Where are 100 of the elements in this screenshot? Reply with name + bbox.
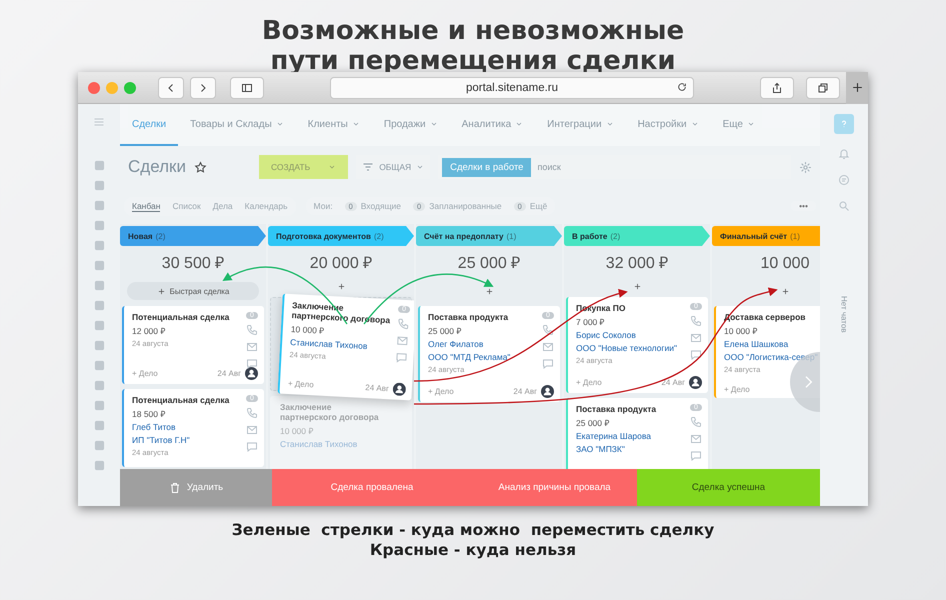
view-tab[interactable]: Канбан <box>132 200 160 212</box>
due-date: 24 Авг <box>513 387 537 396</box>
counter-link[interactable]: Входящие <box>360 201 402 211</box>
counter-link[interactable]: Запланированные <box>429 201 502 211</box>
deal-amount: 10 000 ₽ <box>280 425 314 436</box>
contact-link[interactable]: Екатерина Шарова <box>576 431 652 441</box>
drop-zone[interactable]: Сделка провалена <box>272 469 472 506</box>
nav-tab[interactable]: Настройки <box>626 104 711 146</box>
stage-total: 10 000 <box>760 254 810 274</box>
app-icon[interactable] <box>94 340 104 351</box>
counters-label: Мои: <box>314 201 333 211</box>
page-title: Сделки <box>128 157 186 177</box>
deal-amount: 7 000 ₽ <box>576 316 605 327</box>
add-activity-link[interactable]: + Дело <box>132 369 158 378</box>
close-button[interactable] <box>88 82 100 94</box>
nav-tab[interactable]: Интеграции <box>535 104 626 146</box>
nav-tab[interactable]: Продажи <box>372 104 450 146</box>
view-tab[interactable]: Список <box>172 200 201 212</box>
stage-header[interactable]: Финальный счёт (1) <box>712 226 820 246</box>
app-icon[interactable] <box>94 420 104 431</box>
contact-link[interactable]: Глеб Титов <box>132 422 176 432</box>
star-icon <box>194 160 207 174</box>
tabs-button[interactable] <box>806 76 840 98</box>
back-button[interactable] <box>158 76 184 98</box>
add-activity-link[interactable]: + Дело <box>288 378 314 390</box>
company-link[interactable]: ООО "Новые технологии" <box>576 343 678 353</box>
deal-card[interactable]: Заключение партнерского договора 10 000 ₽ Станислав Тихонов <box>270 396 412 469</box>
chat-icon <box>690 349 702 361</box>
share-button[interactable] <box>760 76 794 98</box>
create-button[interactable]: СОЗДАТЬ <box>258 155 348 179</box>
nav-tab[interactable]: Еще <box>710 104 767 146</box>
avatar-icon[interactable] <box>392 382 406 396</box>
due-date: 24 Авг <box>365 383 390 394</box>
filter-tag[interactable]: Сделки в работе <box>442 158 532 176</box>
avatar-icon[interactable] <box>689 376 702 389</box>
nav-tab[interactable]: Товары и Склады <box>178 104 296 146</box>
drop-zone[interactable]: Сделка успешна <box>637 469 820 506</box>
app-icon[interactable] <box>94 260 104 271</box>
plus-icon <box>156 286 166 296</box>
forward-button[interactable] <box>190 76 216 98</box>
deal-title: Поставка продукта <box>576 404 656 414</box>
add-activity-link[interactable]: + Дело <box>428 387 454 396</box>
company-link[interactable]: ИП "Титов Г.Н" <box>132 435 190 445</box>
deal-title: Заключение партнерского договора <box>291 300 392 326</box>
add-deal-button[interactable]: Быстрая сделка <box>127 282 259 300</box>
app-icon[interactable] <box>94 300 104 311</box>
drop-zone[interactable]: Удалить <box>120 469 272 506</box>
contact-link[interactable]: Станислав Тихонов <box>280 439 358 449</box>
phone-icon <box>246 407 258 419</box>
sidebar-icon <box>241 82 253 94</box>
add-activity-link[interactable]: + Дело <box>576 378 602 387</box>
stage-header[interactable]: В работе (2) <box>564 226 710 246</box>
stage-header[interactable]: Подготовка документов (2) <box>268 226 414 246</box>
app-icon[interactable] <box>94 320 104 331</box>
contact-link[interactable]: Елена Шашкова <box>724 339 788 349</box>
view-tab[interactable]: Календарь <box>244 200 288 212</box>
sidebar-button[interactable] <box>230 76 264 98</box>
nav-tab[interactable]: Аналитика <box>450 104 536 146</box>
phone-icon <box>690 315 702 327</box>
phone-icon <box>542 324 554 336</box>
app-icon[interactable] <box>94 240 104 251</box>
company-link[interactable]: ООО "МТД Реклама" <box>428 352 510 362</box>
deal-amount: 18 500 ₽ <box>132 408 166 419</box>
chats-empty-label: Нет чатов <box>840 296 848 333</box>
caret-icon <box>416 163 424 171</box>
plus-icon <box>850 81 864 94</box>
nav-tab[interactable]: Сделки <box>120 104 178 146</box>
add-activity-link[interactable]: + Дело <box>724 385 750 394</box>
zoom-button[interactable] <box>124 82 136 94</box>
stage-header[interactable]: Счёт на предоплату (1) <box>416 226 562 246</box>
nav-tab[interactable]: Клиенты <box>296 104 372 146</box>
address-field[interactable]: portal.sitename.ru <box>330 76 694 98</box>
app-icon[interactable] <box>94 200 104 211</box>
drop-zone[interactable]: Анализ причины провала <box>472 469 637 506</box>
app-icon[interactable] <box>94 280 104 291</box>
avatar-icon[interactable] <box>245 367 258 380</box>
menu-icon <box>93 116 105 128</box>
new-tab-button[interactable] <box>846 72 868 104</box>
app-icon[interactable] <box>94 440 104 451</box>
minimize-button[interactable] <box>106 82 118 94</box>
app-icon[interactable] <box>94 400 104 411</box>
contact-link[interactable]: Борис Соколов <box>576 330 636 340</box>
help-button[interactable] <box>834 114 854 134</box>
contact-link[interactable]: Олег Филатов <box>428 339 484 349</box>
view-tab[interactable]: Дела <box>212 200 233 212</box>
app-icon[interactable] <box>94 220 104 231</box>
company-link[interactable]: ЗАО "МПЗК" <box>576 444 625 454</box>
app-icon[interactable] <box>94 160 104 171</box>
contact-link[interactable]: Станислав Тихонов <box>290 337 368 352</box>
app-icon[interactable] <box>94 460 104 471</box>
counter-link[interactable]: Ещё <box>530 201 548 211</box>
bell-icon <box>838 148 850 160</box>
search-icon <box>838 200 850 212</box>
filter-icon <box>362 161 374 173</box>
stage-header[interactable]: Новая (2) <box>120 226 266 246</box>
app-icon[interactable] <box>94 360 104 371</box>
settings-icon <box>799 160 812 174</box>
avatar-icon[interactable] <box>541 385 554 398</box>
app-icon[interactable] <box>94 380 104 391</box>
app-icon[interactable] <box>94 180 104 191</box>
